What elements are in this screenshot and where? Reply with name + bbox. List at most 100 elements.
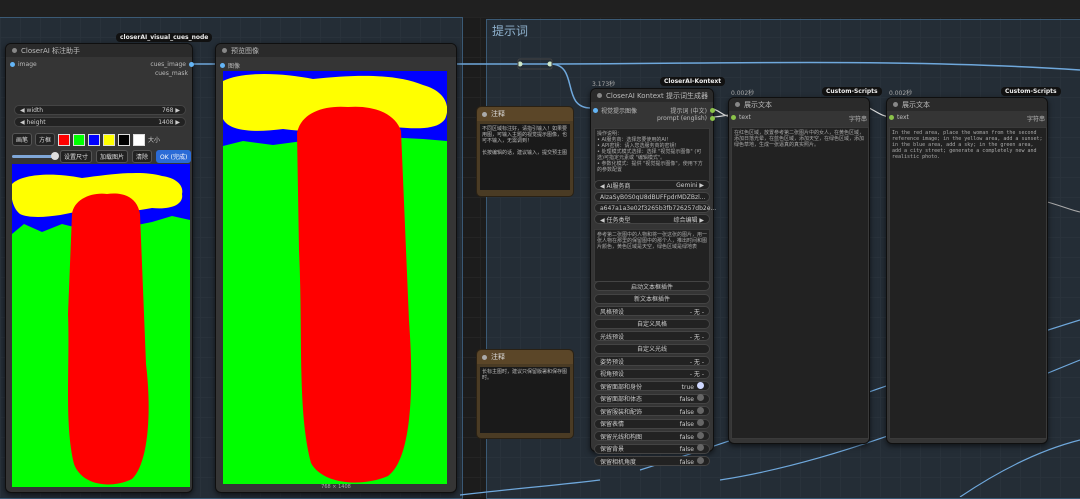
input-image-slot[interactable]: image [10,61,37,68]
height-label: ◀ height [20,118,46,126]
note1-header[interactable]: 注释 [477,107,573,121]
ok-button[interactable]: OK (完成) [156,150,192,163]
showtext1-input-slot[interactable]: text [731,114,751,121]
set-size-button[interactable]: 设置尺寸 [60,150,93,163]
preview-node-header[interactable]: 预览图像 [216,44,456,57]
node-collapse-dot[interactable] [597,93,602,98]
toggle-knob-icon[interactable] [697,394,704,401]
color-white[interactable] [133,133,146,146]
input-dot[interactable] [220,63,225,68]
output-dot[interactable] [189,62,194,67]
toggle-row[interactable]: 保留相机角度 false [594,456,710,466]
annotator-node[interactable]: CloserAI 标注助手 image cues_image cues_mask… [5,43,194,493]
output-dot[interactable] [710,108,715,113]
action-row: 设置尺寸 加载图片 清除 OK (完成) [12,150,192,163]
rect-button[interactable]: 方框 [35,133,56,146]
preview-input-slot[interactable]: 图像 [220,61,240,70]
toggle-row[interactable]: 保留服装和配饰 false [594,406,710,416]
preview-node[interactable]: 预览图像 图像 768 × 1408 [215,43,457,493]
kontext-node[interactable]: CloserAI Kontext 提示词生成器 视觉提示图像 提示词 (中文) … [590,88,716,466]
input-dot[interactable] [889,115,894,120]
color-blue[interactable] [88,133,101,146]
output-cues-mask-slot[interactable]: cues_mask [155,70,188,77]
task-type-combo[interactable]: ◀ 任务类型 综合编辑 ▶ [594,214,710,224]
color-yellow[interactable] [103,133,116,146]
instructions-textarea[interactable]: 操作说明： • AI服务商：选择您要使用的AI！ • API密钥：请入您选服务商… [594,128,710,182]
height-widget[interactable]: ◀ height 1408 ▶ [14,117,186,127]
option-row[interactable]: 自定义风格 [594,318,710,329]
toggle-row[interactable]: 保留光线和构图 false [594,431,710,441]
showtext1-output-slot[interactable]: 字符串 [849,114,867,123]
toggle-row[interactable]: 保留面部和身份 true [594,381,710,391]
toggle-value: false [679,458,694,466]
toggle-label: 保留面部和体态 [600,396,643,403]
kontext-badge: CloserAI-Kontext [660,77,726,86]
node-collapse-dot[interactable] [222,48,227,53]
toggle-knob-icon[interactable] [697,419,704,426]
showtext1-output-label: 字符串 [848,116,867,123]
annotation-canvas[interactable] [12,164,190,487]
top-bar [0,0,1080,18]
kontext-input-slot[interactable]: 视觉提示图像 [593,106,637,115]
brush-button[interactable]: 画笔 [12,133,33,146]
option-row[interactable]: 视角预设 - 无 - [594,368,710,379]
size-slider[interactable] [12,152,59,160]
color-red[interactable] [58,133,71,146]
api-key-field[interactable]: AIzaSyB0S0qU8dBUFFpdrMDZBzl... [594,192,710,202]
showtext2-header[interactable]: 展示文本 [887,98,1047,111]
toggle-knob-icon[interactable] [697,431,704,439]
load-image-button[interactable]: 加载图片 [96,150,129,163]
toggle-row[interactable]: 保留面部和体态 false [594,393,710,404]
note-node-1[interactable]: 注释 不同区域标注好，请指引输入！如果要用图，可输入主题的视觉提示图像，也可不输… [476,106,574,197]
option-row[interactable]: 风格预设 - 无 - [594,306,710,316]
color-green[interactable] [73,133,86,146]
prompt-textarea[interactable]: 参考第二张图中的人物和将一张这张的图片，用一张人物在那里的保留图中的那个人，推出… [594,229,710,282]
output-dot[interactable] [710,116,715,121]
note2-header[interactable]: 注释 [477,350,573,364]
showtext1-textarea[interactable]: 在红色区域，放置参考第二张图片中的女人，在黄色区域，添加日落光晕，在蓝色区域，添… [731,127,869,439]
option-row[interactable]: 姿势预设 - 无 - [594,356,710,366]
toggle-row[interactable]: 保留表情 false [594,418,710,429]
show-text-node-1[interactable]: 展示文本 text 字符串 在红色区域，放置参考第二张图片中的女人，在黄色区域，… [728,97,870,444]
toggle-state: false [680,419,704,428]
note2-body[interactable]: 长标主图时，建议只保留版署和保存图时。 [480,367,570,433]
clear-button[interactable]: 清除 [132,150,153,163]
option-row[interactable]: 新文本框插件 [594,293,710,304]
annotator-node-header[interactable]: CloserAI 标注助手 [6,44,192,57]
out-english-slot[interactable]: prompt (english) [657,115,715,122]
toggle-knob-icon[interactable] [697,406,704,414]
node-collapse-dot[interactable] [482,111,487,117]
model-key-field[interactable]: a647a1a3e02f3265b3fb726257db2e... [594,203,716,213]
toggle-knob-icon[interactable] [697,381,704,389]
note-node-2[interactable]: 注释 长标主图时，建议只保留版署和保存图时。 [476,349,574,439]
input-dot[interactable] [593,108,598,113]
showtext2-textarea[interactable]: In the red area, place the woman from th… [889,127,1047,439]
width-label: ◀ width [20,106,44,114]
showtext1-header[interactable]: 展示文本 [729,98,869,111]
width-widget[interactable]: ◀ width 768 ▶ [14,105,186,115]
show-text-node-2[interactable]: 展示文本 text 字符串 In the red area, place the… [886,97,1048,444]
node-collapse-dot[interactable] [735,102,740,107]
out-chinese-slot[interactable]: 提示词 (中文) [670,106,715,115]
output-cues-image-slot[interactable]: cues_image [150,61,194,68]
toggle-knob-icon[interactable] [697,456,704,464]
node-collapse-dot[interactable] [893,102,898,107]
node-collapse-dot[interactable] [482,354,487,360]
toggle-knob-icon[interactable] [697,444,704,451]
option-row[interactable]: 光线预设 - 无 - [594,331,710,341]
color-black[interactable] [118,133,131,146]
ai-provider-combo[interactable]: ◀ AI服务商 Gemini ▶ [594,180,710,190]
input-dot[interactable] [731,115,736,120]
option-row[interactable]: 自定义光线 [594,343,710,354]
input-dot[interactable] [10,62,15,67]
showtext2-output-slot[interactable]: 字符串 [1027,114,1045,123]
size-slider-handle[interactable] [51,152,59,160]
toggle-state: false [679,456,704,466]
option-row[interactable]: 启动文本框插件 [594,281,710,291]
toggle-value: false [679,396,694,403]
note1-body[interactable]: 不同区域标注好，请指引输入！如果要用图，可输入主题的视觉提示图像，也可不输入，无… [480,124,570,190]
showtext2-input-slot[interactable]: text [889,114,909,121]
node-collapse-dot[interactable] [12,48,17,53]
kontext-node-header[interactable]: CloserAI Kontext 提示词生成器 [591,89,713,102]
toggle-row[interactable]: 保留背景 false [594,443,710,454]
